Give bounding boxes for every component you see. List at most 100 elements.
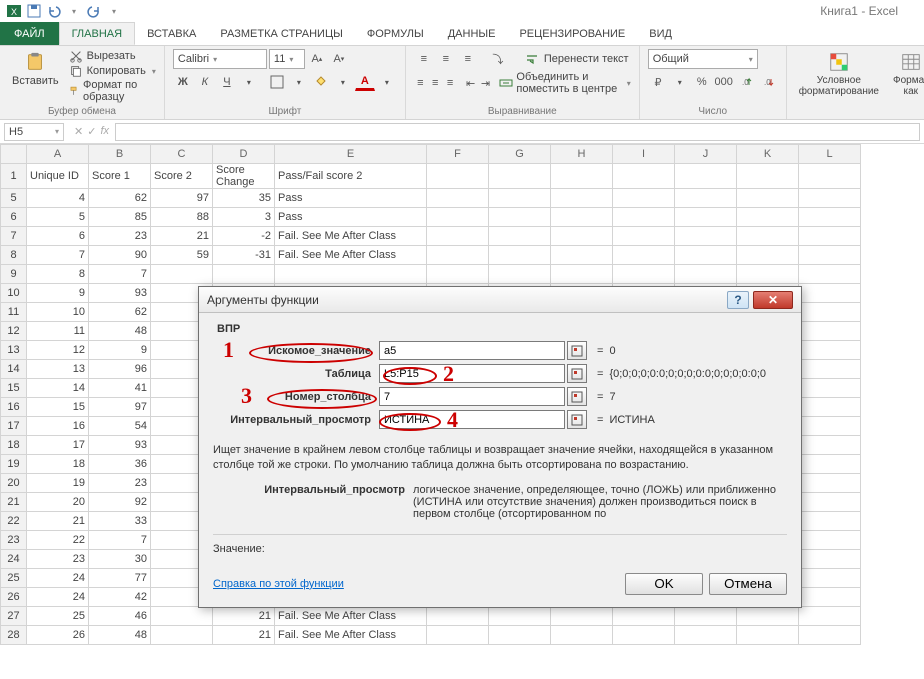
cell[interactable]: 96 [89, 360, 151, 379]
cell[interactable] [737, 189, 799, 208]
cell[interactable]: 97 [151, 189, 213, 208]
dialog-close-button[interactable]: ✕ [753, 291, 793, 309]
cell[interactable]: Unique ID [27, 164, 89, 189]
shrink-font-icon[interactable]: A▾ [329, 49, 349, 69]
dialog-titlebar[interactable]: Аргументы функции ? ✕ [199, 287, 801, 313]
cell[interactable]: Fail. See Me After Class [275, 626, 427, 645]
cancel-button[interactable]: Отмена [709, 573, 787, 595]
cell[interactable]: 21 [27, 512, 89, 531]
row-header[interactable]: 5 [1, 189, 27, 208]
cell[interactable] [799, 607, 861, 626]
cell[interactable]: 8 [27, 265, 89, 284]
cell[interactable] [151, 607, 213, 626]
tab-home[interactable]: ГЛАВНАЯ [59, 22, 135, 45]
cell[interactable] [489, 246, 551, 265]
cell[interactable]: 9 [89, 341, 151, 360]
indent-inc-icon[interactable]: ⇥ [479, 73, 492, 93]
formula-input[interactable] [115, 123, 920, 141]
cell[interactable] [613, 164, 675, 189]
col-header[interactable]: B [89, 145, 151, 164]
cell[interactable] [799, 455, 861, 474]
enter-formula-icon[interactable]: ✓ [87, 125, 96, 138]
col-header[interactable]: K [737, 145, 799, 164]
cell[interactable] [799, 512, 861, 531]
merge-label[interactable]: Объединить и поместить в центре [516, 71, 622, 95]
align-left-icon[interactable]: ≡ [414, 73, 427, 93]
cell[interactable]: 77 [89, 569, 151, 588]
cell[interactable]: Fail. See Me After Class [275, 227, 427, 246]
cell[interactable] [799, 550, 861, 569]
row-header[interactable]: 25 [1, 569, 27, 588]
row-header[interactable]: 16 [1, 398, 27, 417]
cell[interactable]: Pass [275, 208, 427, 227]
ref-edit-button[interactable] [567, 364, 587, 383]
percent-icon[interactable]: % [692, 72, 712, 92]
cell[interactable] [551, 189, 613, 208]
arg-input-1[interactable] [379, 364, 565, 383]
qat-customize-icon[interactable]: ▾ [106, 3, 122, 19]
row-header[interactable]: 24 [1, 550, 27, 569]
cell[interactable] [551, 164, 613, 189]
row-header[interactable]: 28 [1, 626, 27, 645]
cell[interactable]: Fail. See Me After Class [275, 607, 427, 626]
cell[interactable]: -31 [213, 246, 275, 265]
tab-file[interactable]: ФАЙЛ [0, 22, 59, 45]
fill-color-button[interactable] [311, 72, 331, 92]
cell[interactable]: 7 [89, 531, 151, 550]
cell[interactable] [427, 246, 489, 265]
col-header[interactable]: G [489, 145, 551, 164]
ref-edit-button[interactable] [567, 341, 587, 360]
italic-button[interactable]: К [195, 72, 215, 92]
font-color-button[interactable]: A [355, 74, 375, 91]
cell[interactable] [737, 607, 799, 626]
cell[interactable] [675, 607, 737, 626]
row-header[interactable]: 1 [1, 164, 27, 189]
cell[interactable]: 24 [27, 569, 89, 588]
cell[interactable]: 35 [213, 189, 275, 208]
cell[interactable]: 5 [27, 208, 89, 227]
cell[interactable]: 18 [27, 455, 89, 474]
cell[interactable] [799, 626, 861, 645]
cell[interactable] [613, 265, 675, 284]
row-header[interactable]: 19 [1, 455, 27, 474]
row-header[interactable]: 6 [1, 208, 27, 227]
cell[interactable] [151, 265, 213, 284]
cell[interactable] [613, 208, 675, 227]
name-box[interactable]: H5▾ [4, 123, 64, 141]
cell[interactable] [551, 265, 613, 284]
arg-input-3[interactable] [379, 410, 565, 429]
cell[interactable]: 9 [27, 284, 89, 303]
wrap-text-icon[interactable] [522, 49, 542, 69]
cell[interactable] [799, 398, 861, 417]
dialog-help-button[interactable]: ? [727, 291, 749, 309]
cell[interactable]: 85 [89, 208, 151, 227]
orientation-icon[interactable]: ⤵ [488, 49, 508, 69]
cell[interactable]: 22 [27, 531, 89, 550]
col-header[interactable]: E [275, 145, 427, 164]
cell[interactable]: 93 [89, 284, 151, 303]
cell[interactable] [551, 607, 613, 626]
cell[interactable]: 7 [27, 246, 89, 265]
cell[interactable]: 17 [27, 436, 89, 455]
cell[interactable]: 36 [89, 455, 151, 474]
cut-button[interactable]: Вырезать [69, 49, 156, 63]
cell[interactable]: 21 [151, 227, 213, 246]
cell[interactable]: 62 [89, 303, 151, 322]
cell[interactable] [675, 265, 737, 284]
cell[interactable]: Score Change [213, 164, 275, 189]
row-header[interactable]: 7 [1, 227, 27, 246]
cell[interactable] [799, 493, 861, 512]
cell[interactable]: Pass [275, 189, 427, 208]
cell[interactable] [799, 588, 861, 607]
row-header[interactable]: 13 [1, 341, 27, 360]
cell[interactable] [737, 208, 799, 227]
cell[interactable] [675, 164, 737, 189]
format-painter-button[interactable]: Формат по образцу [69, 79, 156, 103]
cell[interactable]: 26 [27, 626, 89, 645]
cell[interactable] [799, 360, 861, 379]
number-format-combo[interactable]: Общий▾ [648, 49, 758, 69]
copy-button[interactable]: Копировать▾ [69, 64, 156, 78]
tab-review[interactable]: РЕЦЕНЗИРОВАНИЕ [507, 22, 637, 45]
cell[interactable] [799, 322, 861, 341]
cell[interactable]: Pass/Fail score 2 [275, 164, 427, 189]
